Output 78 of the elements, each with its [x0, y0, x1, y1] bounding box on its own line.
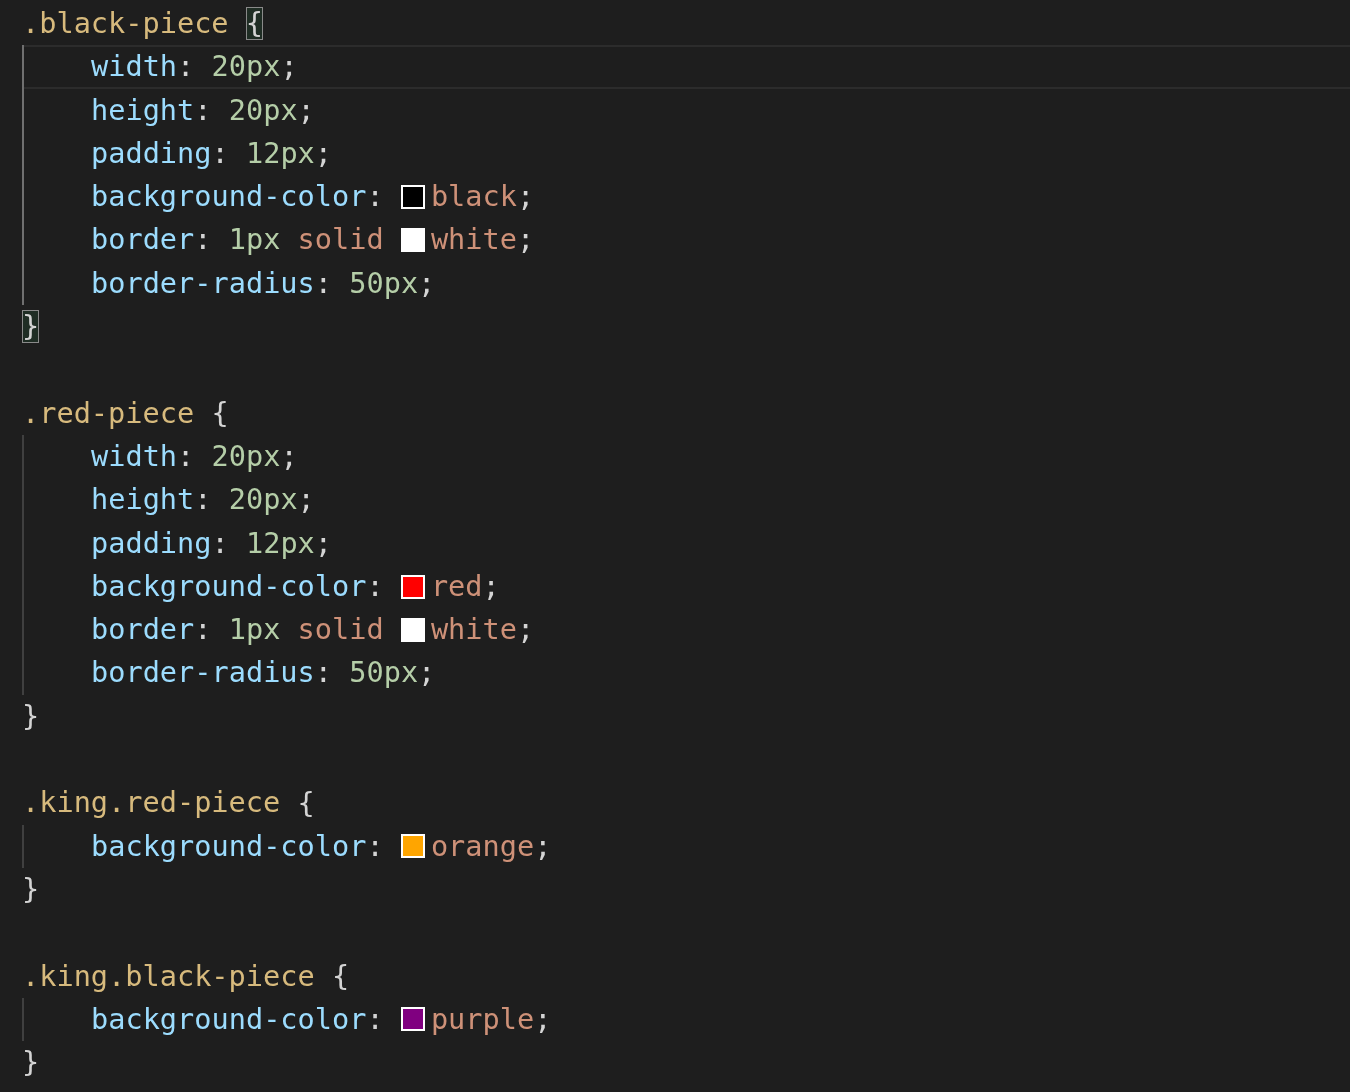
color-swatch-icon[interactable]: [400, 1007, 425, 1032]
number-value: 1px: [228, 221, 281, 259]
punctuation: ;: [280, 437, 298, 475]
number-value: 20px: [228, 91, 298, 129]
punctuation: ;: [297, 91, 315, 129]
property-name: background-color: [91, 178, 367, 216]
css-selector: .king.red-piece: [22, 784, 281, 822]
punctuation: :: [177, 48, 196, 86]
color-swatch-icon[interactable]: [400, 228, 425, 253]
close-brace: }: [22, 310, 40, 344]
punctuation: :: [211, 134, 230, 172]
punctuation: :: [211, 524, 230, 562]
punctuation: :: [194, 91, 213, 129]
property-name: height: [91, 481, 195, 519]
punctuation: :: [194, 611, 213, 649]
number-value: 1px: [228, 611, 281, 649]
number-value: 20px: [211, 437, 281, 475]
punctuation: ;: [517, 221, 535, 259]
keyword-value: white: [430, 221, 517, 259]
punctuation: ;: [280, 48, 298, 86]
punctuation: :: [366, 178, 385, 216]
punctuation: ;: [418, 654, 436, 692]
punctuation: ;: [482, 567, 500, 605]
property-name: border-radius: [91, 654, 315, 692]
keyword-value: solid: [296, 221, 385, 259]
property-name: border-radius: [91, 264, 315, 302]
property-name: background-color: [91, 1000, 367, 1038]
punctuation: :: [314, 264, 333, 302]
property-name: width: [91, 48, 178, 86]
color-swatch-icon[interactable]: [400, 574, 425, 599]
punctuation: :: [366, 567, 385, 605]
punctuation: ;: [418, 264, 436, 302]
punctuation: ;: [534, 1000, 552, 1038]
number-value: 12px: [245, 134, 315, 172]
number-value: 20px: [211, 48, 281, 86]
number-value: 50px: [349, 264, 419, 302]
property-name: border: [91, 221, 195, 259]
punctuation: :: [194, 481, 213, 519]
punctuation: ;: [297, 481, 315, 519]
punctuation: :: [314, 654, 333, 692]
punctuation: ;: [314, 524, 333, 562]
punctuation: :: [366, 827, 385, 865]
property-name: background-color: [91, 827, 367, 865]
property-name: background-color: [91, 567, 367, 605]
css-selector: .red-piece: [22, 394, 195, 432]
open-brace: {: [211, 396, 229, 430]
close-brace: }: [22, 1046, 40, 1080]
property-name: width: [91, 437, 178, 475]
close-brace: }: [22, 873, 40, 906]
punctuation: :: [177, 437, 196, 475]
punctuation: ;: [517, 611, 535, 649]
close-brace: }: [22, 699, 40, 733]
color-swatch-icon[interactable]: [400, 184, 425, 209]
color-swatch-icon[interactable]: [400, 834, 425, 859]
keyword-value: white: [430, 611, 517, 649]
css-selector: .black-piece: [22, 5, 229, 42]
punctuation: ;: [516, 178, 535, 216]
keyword-value: orange: [430, 827, 535, 865]
keyword-value: black: [430, 178, 517, 216]
open-brace: {: [245, 7, 264, 41]
punctuation: ;: [534, 827, 552, 865]
punctuation: :: [194, 221, 213, 259]
color-swatch-icon[interactable]: [400, 617, 425, 642]
keyword-value: red: [430, 567, 483, 605]
number-value: 20px: [228, 481, 298, 519]
punctuation: ;: [314, 134, 333, 172]
property-name: padding: [91, 134, 212, 172]
css-selector: .king.black-piece: [22, 957, 315, 995]
punctuation: :: [366, 1000, 385, 1038]
number-value: 50px: [349, 654, 419, 692]
keyword-value: purple: [430, 1000, 535, 1038]
open-brace: {: [297, 786, 315, 820]
number-value: 12px: [245, 524, 315, 562]
keyword-value: solid: [296, 611, 385, 649]
property-name: height: [91, 91, 195, 129]
property-name: padding: [91, 524, 212, 562]
property-name: border: [91, 611, 195, 649]
open-brace: {: [331, 959, 350, 993]
